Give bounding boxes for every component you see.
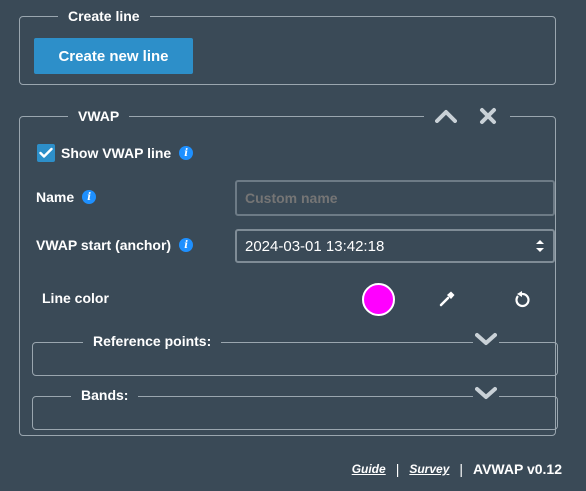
show-vwap-checkbox[interactable] bbox=[37, 144, 55, 162]
create-new-line-button[interactable]: Create new line bbox=[34, 38, 193, 74]
reference-points-legend: Reference points: bbox=[83, 333, 222, 349]
reference-points-group: Reference points: bbox=[32, 329, 558, 376]
chevron-down-icon[interactable] bbox=[473, 383, 499, 403]
name-label: Name bbox=[36, 189, 75, 205]
name-row: Name i bbox=[36, 189, 97, 205]
create-line-legend: Create line bbox=[58, 8, 150, 24]
anchor-row: VWAP start (anchor) i bbox=[36, 237, 194, 253]
anchor-label: VWAP start (anchor) bbox=[36, 237, 172, 253]
bands-legend: Bands: bbox=[71, 387, 139, 403]
info-icon[interactable]: i bbox=[82, 190, 97, 204]
avwap-panel: Create line Create new line VWAP Show VW… bbox=[0, 0, 586, 491]
spinner-icon[interactable] bbox=[535, 238, 545, 254]
chevron-up-icon[interactable] bbox=[434, 104, 458, 128]
footer-separator: | bbox=[459, 461, 464, 477]
show-vwap-row: Show VWAP line i bbox=[37, 144, 194, 162]
show-vwap-label: Show VWAP line bbox=[61, 145, 172, 161]
reset-icon[interactable] bbox=[511, 289, 533, 311]
vwap-controls bbox=[424, 104, 510, 128]
info-icon[interactable]: i bbox=[179, 238, 194, 252]
chevron-down-icon[interactable] bbox=[473, 329, 499, 349]
anchor-datetime-input[interactable]: 2024-03-01 13:42:18 bbox=[235, 229, 555, 263]
line-color-row: Line color bbox=[42, 290, 109, 306]
name-input[interactable] bbox=[235, 180, 555, 216]
survey-link[interactable]: Survey bbox=[409, 462, 449, 476]
guide-link[interactable]: Guide bbox=[352, 462, 386, 476]
info-icon[interactable]: i bbox=[179, 146, 194, 160]
line-color-label: Line color bbox=[42, 290, 109, 306]
footer: Guide | Survey | AVWAP v0.12 bbox=[352, 461, 562, 477]
anchor-value: 2024-03-01 13:42:18 bbox=[245, 237, 385, 255]
eyedropper-icon[interactable] bbox=[436, 288, 458, 310]
close-icon[interactable] bbox=[476, 104, 500, 128]
create-line-group: Create line Create new line bbox=[19, 8, 556, 85]
vwap-legend: VWAP bbox=[68, 108, 130, 124]
footer-separator: | bbox=[395, 461, 400, 477]
line-color-swatch[interactable] bbox=[362, 283, 395, 316]
bands-group: Bands: bbox=[32, 383, 558, 430]
version-label: AVWAP v0.12 bbox=[473, 461, 562, 477]
